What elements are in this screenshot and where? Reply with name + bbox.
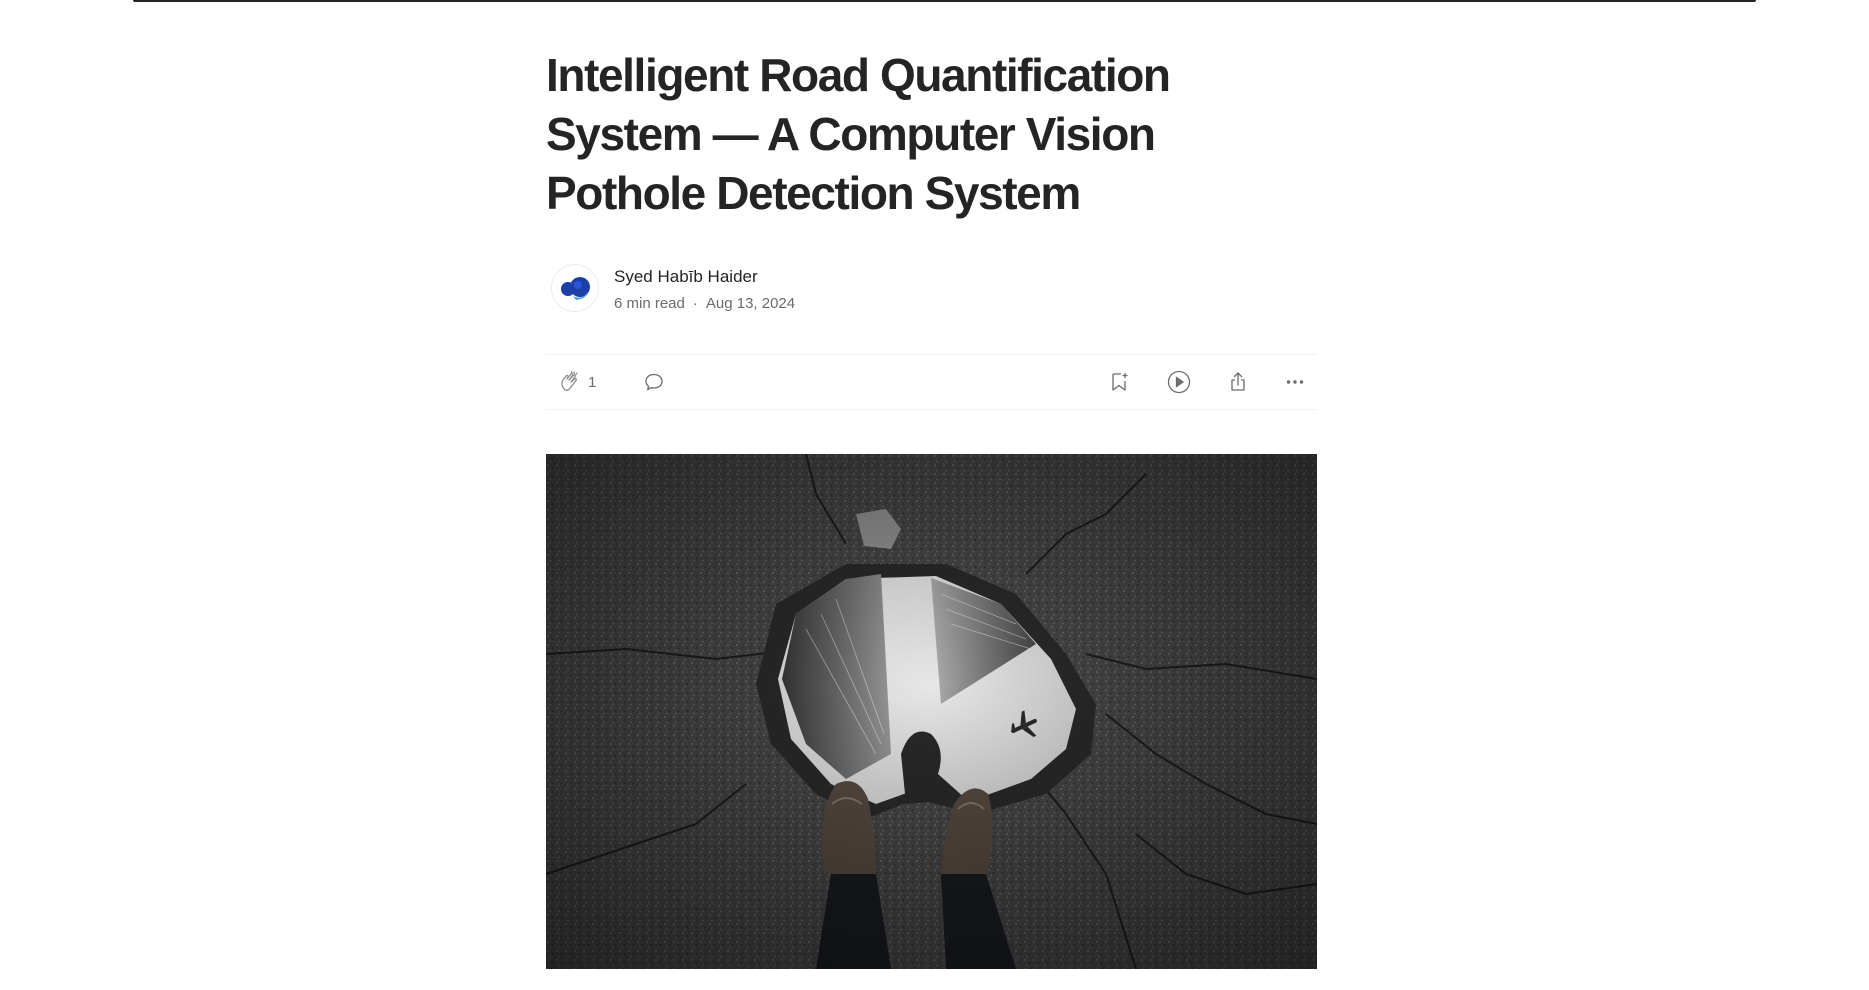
pothole-photo [546, 454, 1317, 969]
more-icon [1286, 380, 1304, 384]
article-action-bar: 1 [546, 354, 1317, 410]
more-button[interactable] [1283, 367, 1307, 397]
clap-button[interactable]: 1 [558, 367, 596, 397]
clap-count: 1 [588, 373, 597, 391]
share-button[interactable] [1226, 367, 1250, 397]
bookmark-add-icon [1112, 373, 1128, 391]
author-name[interactable]: Syed Habīb Haider [614, 267, 758, 287]
article-meta: 6 min read · Aug 13, 2024 [614, 295, 795, 312]
comment-button[interactable] [642, 367, 666, 397]
article-title: Intelligent Road Quantification System —… [546, 49, 1171, 219]
byline: Syed Habīb Haider 6 min read · Aug 13, 202… [546, 260, 1317, 316]
publish-date: Aug 13, 2024 [705, 295, 796, 312]
play-icon [1167, 370, 1191, 394]
share-icon [1231, 372, 1245, 391]
top-progress-rule [133, 0, 1756, 2]
clap-icon [561, 371, 578, 391]
read-time: 6 min read [614, 295, 685, 312]
author-avatar[interactable] [551, 264, 599, 312]
meta-separator: · [692, 295, 698, 312]
hero-image [546, 454, 1317, 969]
author-avatar-icon [561, 277, 590, 300]
comment-icon [645, 373, 663, 391]
save-button[interactable] [1107, 367, 1131, 397]
listen-button[interactable] [1166, 367, 1192, 397]
